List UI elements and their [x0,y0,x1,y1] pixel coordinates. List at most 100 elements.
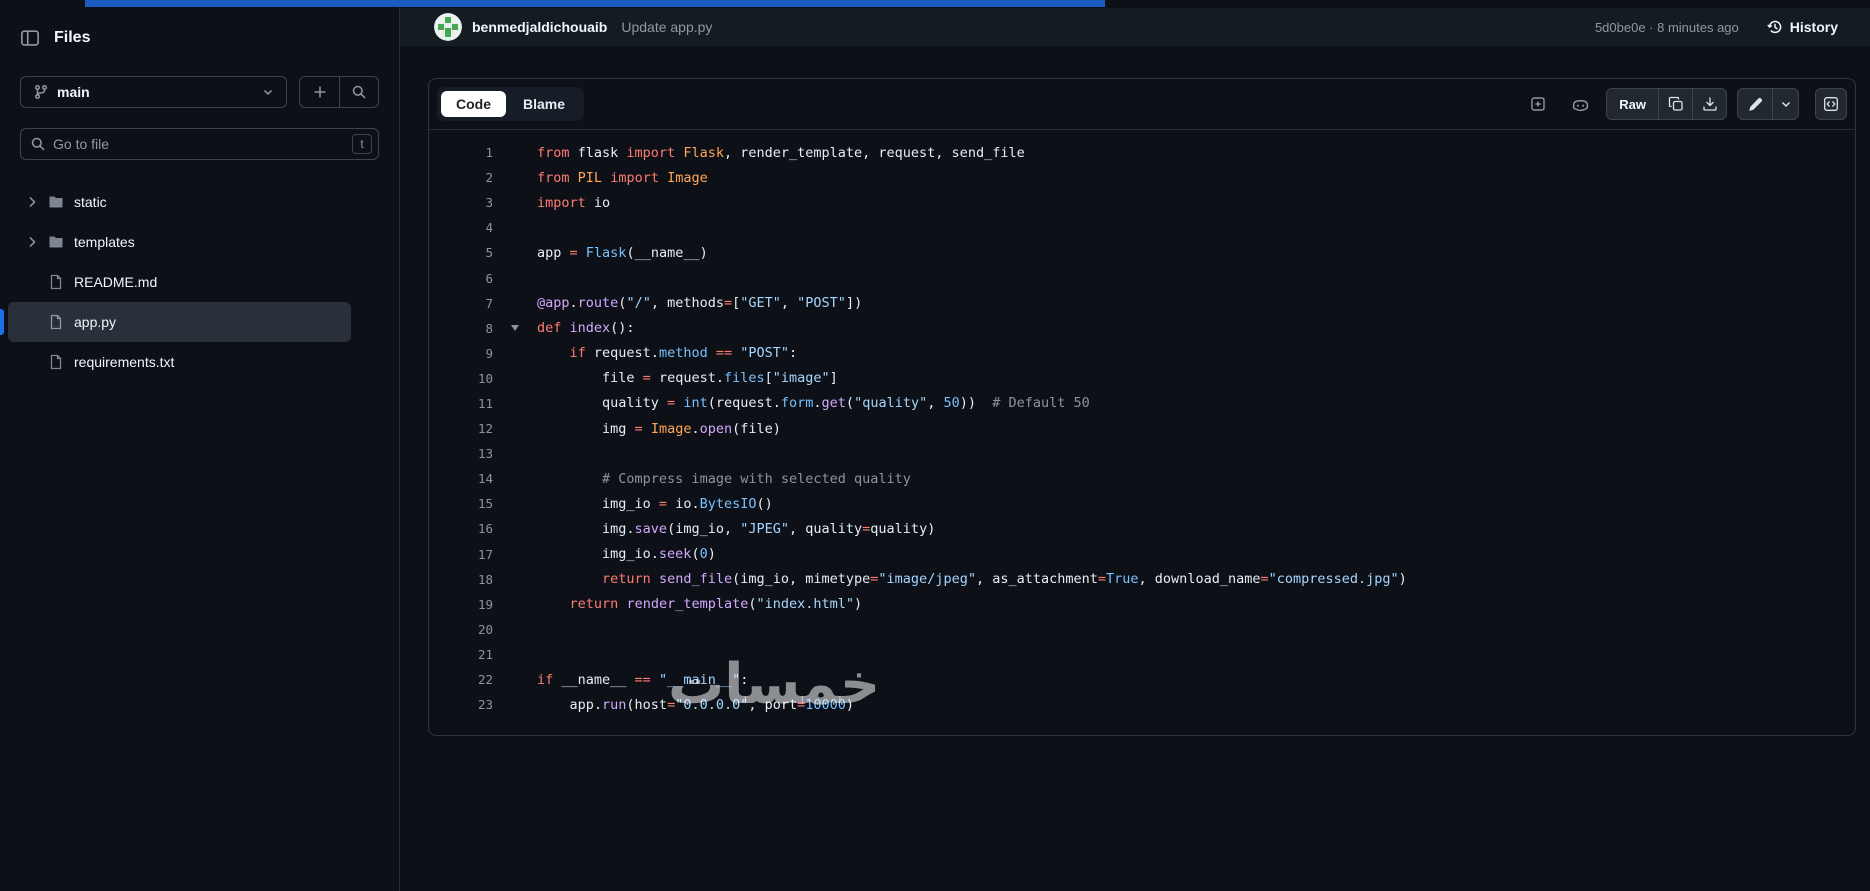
code-text: @app.route("/", methods=["GET", "POST"]) [537,295,863,312]
tree-item-label: templates [74,234,135,250]
avatar[interactable] [434,13,462,41]
line-number[interactable]: 11 [429,396,493,411]
code-line: 18 return send_file(img_io, mimetype="im… [429,567,1855,592]
tree-item-label: README.md [74,274,158,290]
chevron-right-icon [29,196,36,208]
tree-item-readme[interactable]: README.md [8,262,351,302]
edit-group [1737,88,1799,120]
line-number[interactable]: 4 [429,220,493,235]
fold-collapse-toggle[interactable] [493,325,537,332]
symbols-panel-button[interactable] [1815,88,1847,120]
add-file-button[interactable] [1522,88,1554,120]
chevron-down-icon [263,89,273,96]
code-text: img_io = io.BytesIO() [537,495,773,512]
code-blame-segmented-control: Code Blame [437,87,585,121]
code-text: if request.method == "POST": [569,345,798,362]
line-number[interactable]: 20 [429,622,493,637]
history-button[interactable]: History [1761,18,1844,36]
edit-file-button[interactable] [1738,89,1772,119]
edit-dropdown-button[interactable] [1772,89,1798,119]
code-square-icon [1824,97,1838,111]
line-number[interactable]: 12 [429,421,493,436]
current-branch-label: main [57,84,90,100]
line-number[interactable]: 5 [429,245,493,260]
code-line: 11 quality = int(request.form.get("quali… [429,391,1855,416]
commit-message[interactable]: Update app.py [621,19,712,35]
code-line: 14 # Compress image with selected qualit… [429,466,1855,491]
commit-sha-and-time[interactable]: 5d0be0e · 8 minutes ago [1595,20,1739,35]
chevron-down-icon [1781,101,1790,108]
history-clock-icon [1767,20,1782,34]
tree-item-requirements[interactable]: requirements.txt [8,342,351,382]
line-number[interactable]: 23 [429,697,493,712]
line-number[interactable]: 14 [429,471,493,486]
shortcut-key-badge: t [352,134,372,154]
code-text: return send_file(img_io, mimetype="image… [602,571,1407,588]
tree-actions-group [299,76,379,108]
line-number[interactable]: 7 [429,296,493,311]
identicon-avatar [434,13,462,41]
code-text: from PIL import Image [537,169,708,186]
browser-accent-strip [85,0,1105,7]
copilot-icon [1572,99,1588,111]
add-file-icon [1531,97,1545,111]
collapse-file-tree-button[interactable] [20,28,40,48]
line-number[interactable]: 18 [429,572,493,587]
search-icon [352,85,366,99]
line-number[interactable]: 13 [429,446,493,461]
code-line: 15 img_io = io.BytesIO() [429,491,1855,516]
github-file-view: Files main Go to file t static templates… [0,0,1870,891]
line-number[interactable]: 1 [429,145,493,160]
chevron-right-icon [29,236,36,248]
code-line: 7 @app.route("/", methods=["GET", "POST"]… [429,291,1855,316]
file-content-area: benmedjaldichouaib Update app.py 5d0be0e… [400,0,1870,891]
line-number[interactable]: 21 [429,647,493,662]
tree-item-app-py[interactable]: app.py [0,302,351,342]
file-icon [50,354,62,370]
goto-file-search: t [20,128,379,160]
line-number[interactable]: 16 [429,521,493,536]
copilot-button[interactable] [1564,88,1596,120]
line-number[interactable]: 15 [429,496,493,511]
line-number[interactable]: 3 [429,195,493,210]
new-file-button[interactable] [300,77,339,107]
line-number[interactable]: 19 [429,597,493,612]
line-number[interactable]: 9 [429,346,493,361]
code-text: file = request.files["image"] [537,370,838,387]
file-icon [50,274,62,290]
code-line: 8 def index(): [429,316,1855,341]
search-this-repository-button[interactable] [339,77,378,107]
code-text: import io [537,194,611,211]
code-text: img_io.seek(0) [537,546,716,563]
raw-copy-download-group: Raw [1606,88,1727,120]
line-number[interactable]: 6 [429,271,493,286]
branch-selector-button[interactable]: main [20,76,287,108]
code-text: def index(): [537,320,635,337]
line-number[interactable]: 2 [429,170,493,185]
line-number[interactable]: 8 [429,321,493,336]
copy-raw-button[interactable] [1658,89,1692,119]
code-text: from flask import Flask, render_template… [537,144,1025,161]
code-text: app = Flask(__name__) [537,244,708,261]
tab-code[interactable]: Code [441,91,506,117]
goto-file-input[interactable] [20,128,379,160]
folder-icon [49,196,63,208]
plus-icon [314,86,325,98]
file-icon [50,314,62,330]
line-number[interactable]: 17 [429,547,493,562]
line-number[interactable]: 10 [429,371,493,386]
folder-icon [49,236,63,248]
commit-author[interactable]: benmedjaldichouaib [472,19,607,35]
tree-item-templates[interactable]: templates [8,222,351,262]
raw-button[interactable]: Raw [1607,89,1658,119]
tab-blame[interactable]: Blame [508,91,580,117]
code-line: 2 from PIL import Image [429,165,1855,190]
blob-actions: Raw [1522,88,1847,120]
download-button[interactable] [1692,89,1726,119]
code-line: 9 if request.method == "POST": [429,341,1855,366]
tree-item-static[interactable]: static [8,182,351,222]
line-number[interactable]: 22 [429,672,493,687]
code-text: img.save(img_io, "JPEG", quality=quality… [537,520,936,537]
code-line: 1 from flask import Flask, render_templat… [429,140,1855,165]
file-tree-sidebar: Files main Go to file t static templates… [0,0,400,891]
